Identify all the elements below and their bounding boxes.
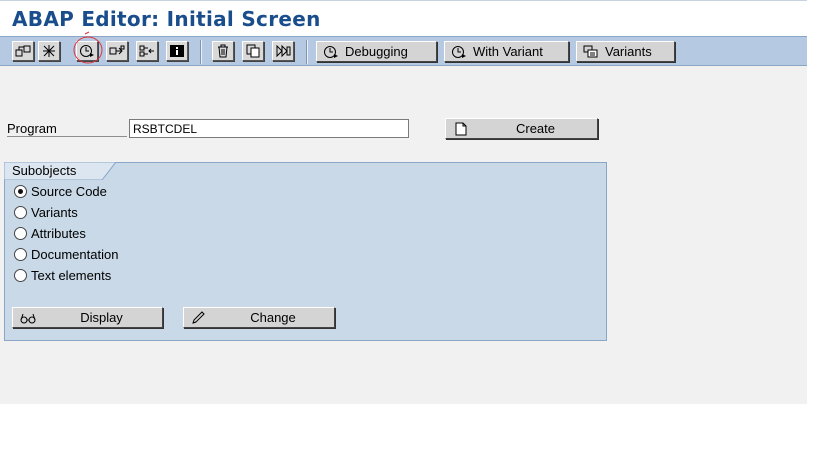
radio-source-code[interactable]: Source Code: [14, 182, 107, 200]
variants-button[interactable]: Variants: [576, 41, 675, 62]
where-used-list-icon[interactable]: [106, 41, 128, 61]
clock-execute-icon: [324, 45, 338, 58]
debugging-label: Debugging: [345, 44, 408, 59]
variants-label: Variants: [605, 44, 652, 59]
highlight-circle: [73, 31, 103, 64]
subobjects-title: Subobjects: [12, 163, 77, 178]
radio-button[interactable]: [14, 205, 27, 219]
pencil-icon: [192, 311, 205, 324]
radio-label: Source Code: [31, 183, 107, 199]
change-label: Change: [250, 310, 296, 325]
display-label: Display: [80, 310, 123, 325]
radio-button[interactable]: [14, 247, 27, 261]
radio-label: Variants: [31, 204, 78, 220]
debugging-button[interactable]: Debugging: [316, 41, 437, 62]
change-button[interactable]: Change: [183, 307, 335, 328]
other-object-icon[interactable]: [12, 41, 34, 61]
with-variant-button[interactable]: With Variant: [444, 41, 569, 62]
create-button[interactable]: Create: [445, 118, 598, 139]
radio-button[interactable]: [14, 226, 27, 240]
radio-documentation[interactable]: Documentation: [14, 245, 118, 263]
copy-icon[interactable]: [242, 41, 264, 61]
radio-label: Attributes: [31, 225, 86, 241]
title-bar: ABAP Editor: Initial Screen: [0, 0, 807, 36]
info-icon[interactable]: [166, 41, 188, 61]
display-button[interactable]: Display: [12, 307, 163, 328]
variants-icon: [583, 45, 598, 57]
with-variant-label: With Variant: [473, 44, 543, 59]
radio-button[interactable]: [14, 268, 27, 282]
application-toolbar: Debugging With Variant Variants: [0, 36, 807, 66]
radio-button[interactable]: [14, 184, 27, 198]
toolbar-separator: [200, 40, 202, 64]
radio-attributes[interactable]: Attributes: [14, 224, 86, 242]
create-label: Create: [515, 121, 556, 136]
glasses-icon: [20, 313, 36, 324]
radio-text-elements[interactable]: Text elements: [14, 266, 111, 284]
program-input[interactable]: [129, 119, 409, 138]
screen-title: ABAP Editor: Initial Screen: [12, 7, 321, 31]
rename-icon[interactable]: [272, 41, 294, 61]
display-object-list-icon[interactable]: [136, 41, 158, 61]
clock-execute-icon: [452, 45, 466, 58]
toolbar-separator: [306, 40, 308, 64]
activate-icon[interactable]: [38, 41, 60, 61]
program-label: Program: [7, 121, 127, 137]
delete-icon[interactable]: [212, 41, 234, 61]
radio-label: Documentation: [31, 246, 119, 262]
radio-variants[interactable]: Variants: [14, 203, 78, 221]
radio-label: Text elements: [31, 267, 112, 283]
